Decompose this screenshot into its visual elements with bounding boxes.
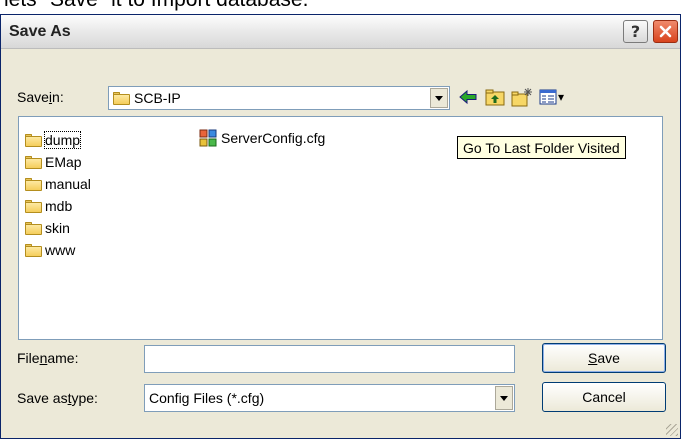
close-icon (659, 25, 672, 38)
list-item[interactable]: ServerConfig.cfg (199, 129, 325, 147)
list-item[interactable]: manual (25, 175, 91, 193)
back-button[interactable] (457, 86, 479, 108)
save-in-dropdown[interactable]: SCB-IP (108, 86, 450, 110)
chevron-down-icon[interactable] (430, 88, 448, 108)
save-as-type-value: Config Files (*.cfg) (149, 390, 265, 406)
list-item[interactable]: dump (25, 131, 82, 149)
save-in-label: Save i n: (17, 89, 64, 105)
save-as-type-dropdown[interactable]: Config Files (*.cfg) (144, 384, 515, 412)
chevron-down-icon[interactable] (495, 386, 513, 410)
background-caption: lets "Save" it to Import database. (0, 0, 681, 12)
new-folder-button[interactable] (511, 86, 533, 108)
resize-grip[interactable] (666, 424, 678, 436)
view-menu-icon (539, 89, 557, 105)
list-item[interactable]: skin (25, 219, 70, 237)
list-item[interactable]: www (25, 241, 75, 259)
title-bar: Save As ? (1, 15, 680, 49)
folder-icon (25, 199, 42, 213)
cancel-button[interactable]: Cancel (542, 382, 666, 412)
dialog-title: Save As (9, 23, 71, 40)
save-as-type-label: Save as t ype: (17, 390, 98, 406)
help-button[interactable]: ? (623, 20, 648, 43)
view-menu-button[interactable]: ▾ (539, 86, 571, 108)
up-folder-icon (485, 89, 505, 106)
tooltip: Go To Last Folder Visited (457, 136, 626, 159)
new-folder-icon (511, 88, 532, 107)
list-item[interactable]: mdb (25, 197, 72, 215)
file-name-label: File n ame: (17, 350, 79, 366)
save-as-dialog: Save As ? Save i n: SCB-IP ▾ dump EMap m… (0, 14, 681, 439)
folder-icon (25, 221, 42, 235)
save-button[interactable]: Save (542, 343, 666, 373)
folder-icon (25, 155, 42, 169)
folder-icon (113, 91, 130, 105)
back-arrow-icon (459, 89, 477, 105)
folder-icon (25, 133, 42, 147)
close-button[interactable] (653, 20, 678, 43)
file-name-input[interactable] (144, 345, 515, 373)
up-folder-button[interactable] (484, 86, 506, 108)
list-item[interactable]: EMap (25, 153, 82, 171)
config-file-icon (199, 129, 217, 147)
folder-icon (25, 243, 42, 257)
folder-icon (25, 177, 42, 191)
chevron-down-icon: ▾ (558, 90, 565, 104)
help-icon: ? (630, 22, 641, 41)
save-in-value: SCB-IP (134, 90, 181, 106)
